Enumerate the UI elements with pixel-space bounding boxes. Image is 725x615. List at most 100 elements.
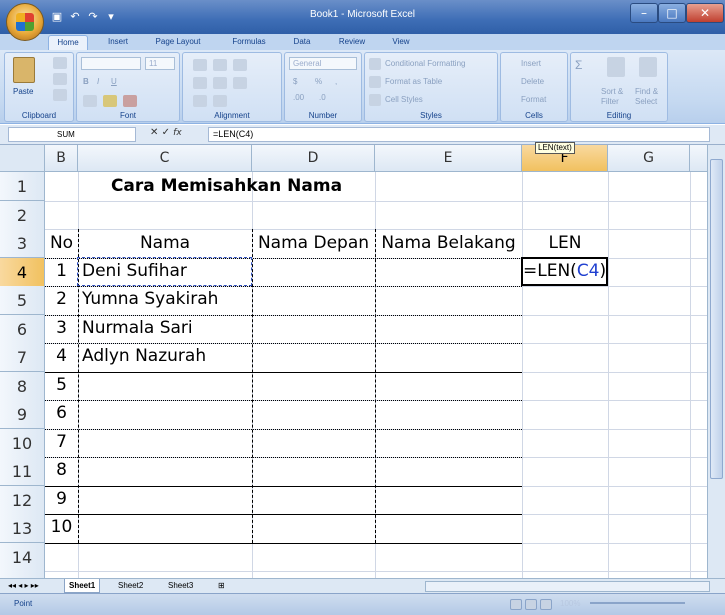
align-left-icon[interactable] [193, 77, 207, 89]
cell-no[interactable]: 7 [45, 432, 78, 452]
align-right-icon[interactable] [233, 77, 247, 89]
merge-icon[interactable] [213, 95, 227, 107]
align-middle-icon[interactable] [213, 59, 227, 71]
row-header[interactable]: 14 [0, 543, 45, 572]
conditional-formatting-button[interactable]: Conditional Formatting [385, 59, 465, 68]
row-header[interactable]: 15 [0, 571, 45, 578]
tab-formulas[interactable]: Formulas [222, 35, 276, 50]
percent-button[interactable]: % [315, 77, 322, 86]
row-header[interactable]: 2 [0, 201, 45, 230]
sheet-nav-arrows[interactable]: ◂◂ ◂ ▸ ▸▸ [8, 579, 39, 593]
row-header[interactable]: 1 [0, 172, 45, 201]
align-bottom-icon[interactable] [233, 59, 247, 71]
currency-button[interactable]: $ [293, 77, 297, 86]
column-header-e[interactable]: E [375, 145, 522, 172]
row-header[interactable]: 10 [0, 429, 45, 458]
cell-no[interactable]: 8 [45, 460, 78, 480]
sort-label[interactable]: Sort & [601, 87, 623, 96]
align-center-icon[interactable] [213, 77, 227, 89]
tab-review[interactable]: Review [330, 35, 374, 50]
cell-no[interactable]: 6 [45, 403, 78, 423]
tab-view[interactable]: View [384, 35, 418, 50]
office-button[interactable] [6, 3, 44, 41]
enter-icon[interactable]: ✓ [162, 127, 170, 138]
row-header[interactable]: 4 [0, 258, 45, 287]
column-header-c[interactable]: C [78, 145, 252, 172]
tab-home[interactable]: Home [48, 35, 88, 50]
row-header[interactable]: 9 [0, 400, 45, 429]
column-header-b[interactable]: B [45, 145, 78, 172]
row-header[interactable]: 6 [0, 315, 45, 344]
cell-styles-button[interactable]: Cell Styles [385, 95, 423, 104]
font-name-box[interactable] [81, 57, 141, 70]
delete-cells-button[interactable]: Delete [521, 77, 544, 86]
page-break-view-icon[interactable] [540, 599, 552, 610]
cell-no[interactable]: 3 [45, 318, 78, 338]
column-header-g[interactable]: G [608, 145, 690, 172]
fill-color-icon[interactable] [103, 95, 117, 107]
cut-icon[interactable] [53, 57, 67, 69]
italic-button[interactable]: I [97, 77, 99, 86]
sheet-tab-1[interactable]: Sheet1 [64, 579, 101, 593]
tab-page-layout[interactable]: Page Layout [146, 35, 210, 50]
find-label[interactable]: Find & [635, 87, 658, 96]
minimize-button[interactable]: – [630, 3, 658, 23]
sheet-tab-2[interactable]: Sheet2 [118, 579, 143, 593]
underline-button[interactable]: U [111, 77, 117, 86]
format-as-table-button[interactable]: Format as Table [385, 77, 442, 86]
column-header-d[interactable]: D [252, 145, 375, 172]
horizontal-scrollbar[interactable] [425, 581, 710, 592]
find-select-icon[interactable] [639, 57, 657, 77]
row-header[interactable]: 3 [0, 229, 45, 258]
insert-function-button[interactable]: fx [173, 128, 182, 138]
row-header[interactable]: 13 [0, 514, 45, 543]
format-painter-icon[interactable] [53, 89, 67, 101]
copy-icon[interactable] [53, 73, 67, 85]
increase-decimal-button[interactable]: .00 [293, 93, 304, 102]
paste-icon[interactable] [13, 57, 35, 83]
close-button[interactable]: ✕ [686, 3, 724, 23]
row-header[interactable]: 7 [0, 343, 45, 372]
insert-sheet-icon[interactable]: ⊞ [218, 579, 225, 593]
tab-insert[interactable]: Insert [98, 35, 138, 50]
cell-no[interactable]: 5 [45, 375, 78, 395]
cell-no[interactable]: 10 [45, 517, 78, 537]
borders-icon[interactable] [83, 95, 97, 107]
cell-no[interactable]: 1 [45, 261, 78, 281]
row-header[interactable]: 12 [0, 486, 45, 515]
cell-no[interactable]: 4 [45, 346, 78, 366]
select-label[interactable]: Select [635, 97, 657, 106]
autosum-icon[interactable]: Σ [575, 58, 582, 72]
page-layout-view-icon[interactable] [525, 599, 537, 610]
vertical-scroll-thumb[interactable] [710, 159, 723, 479]
select-all-corner[interactable] [0, 145, 45, 172]
cell-no[interactable]: 9 [45, 489, 78, 509]
row-header[interactable]: 11 [0, 457, 45, 486]
zoom-slider[interactable] [590, 602, 685, 604]
paste-button-label[interactable]: Paste [13, 87, 33, 96]
row-header[interactable]: 8 [0, 372, 45, 401]
cell-nama[interactable]: Yumna Syakirah [82, 289, 218, 309]
name-box[interactable]: SUM [8, 127, 136, 142]
format-cells-button[interactable]: Format [521, 95, 546, 104]
cell-nama[interactable]: Nurmala Sari [82, 318, 193, 338]
align-top-icon[interactable] [193, 59, 207, 71]
number-format-box[interactable]: General [289, 57, 357, 70]
font-color-icon[interactable] [123, 95, 137, 107]
tab-data[interactable]: Data [286, 35, 318, 50]
indent-icon[interactable] [193, 95, 207, 107]
filter-label[interactable]: Filter [601, 97, 619, 106]
vertical-scrollbar[interactable] [707, 145, 725, 578]
formula-input[interactable]: =LEN(C4) [208, 127, 710, 142]
active-cell-f4[interactable]: =LEN(C4) [521, 257, 608, 286]
maximize-button[interactable]: □ [658, 3, 686, 23]
sheet-tab-3[interactable]: Sheet3 [168, 579, 193, 593]
sort-filter-icon[interactable] [607, 57, 625, 77]
insert-cells-button[interactable]: Insert [521, 59, 541, 68]
decrease-decimal-button[interactable]: .0 [319, 93, 326, 102]
comma-button[interactable]: , [335, 77, 337, 86]
bold-button[interactable]: B [83, 77, 89, 86]
normal-view-icon[interactable] [510, 599, 522, 610]
cell-no[interactable]: 2 [45, 289, 78, 309]
font-size-box[interactable]: 11 [145, 57, 175, 70]
